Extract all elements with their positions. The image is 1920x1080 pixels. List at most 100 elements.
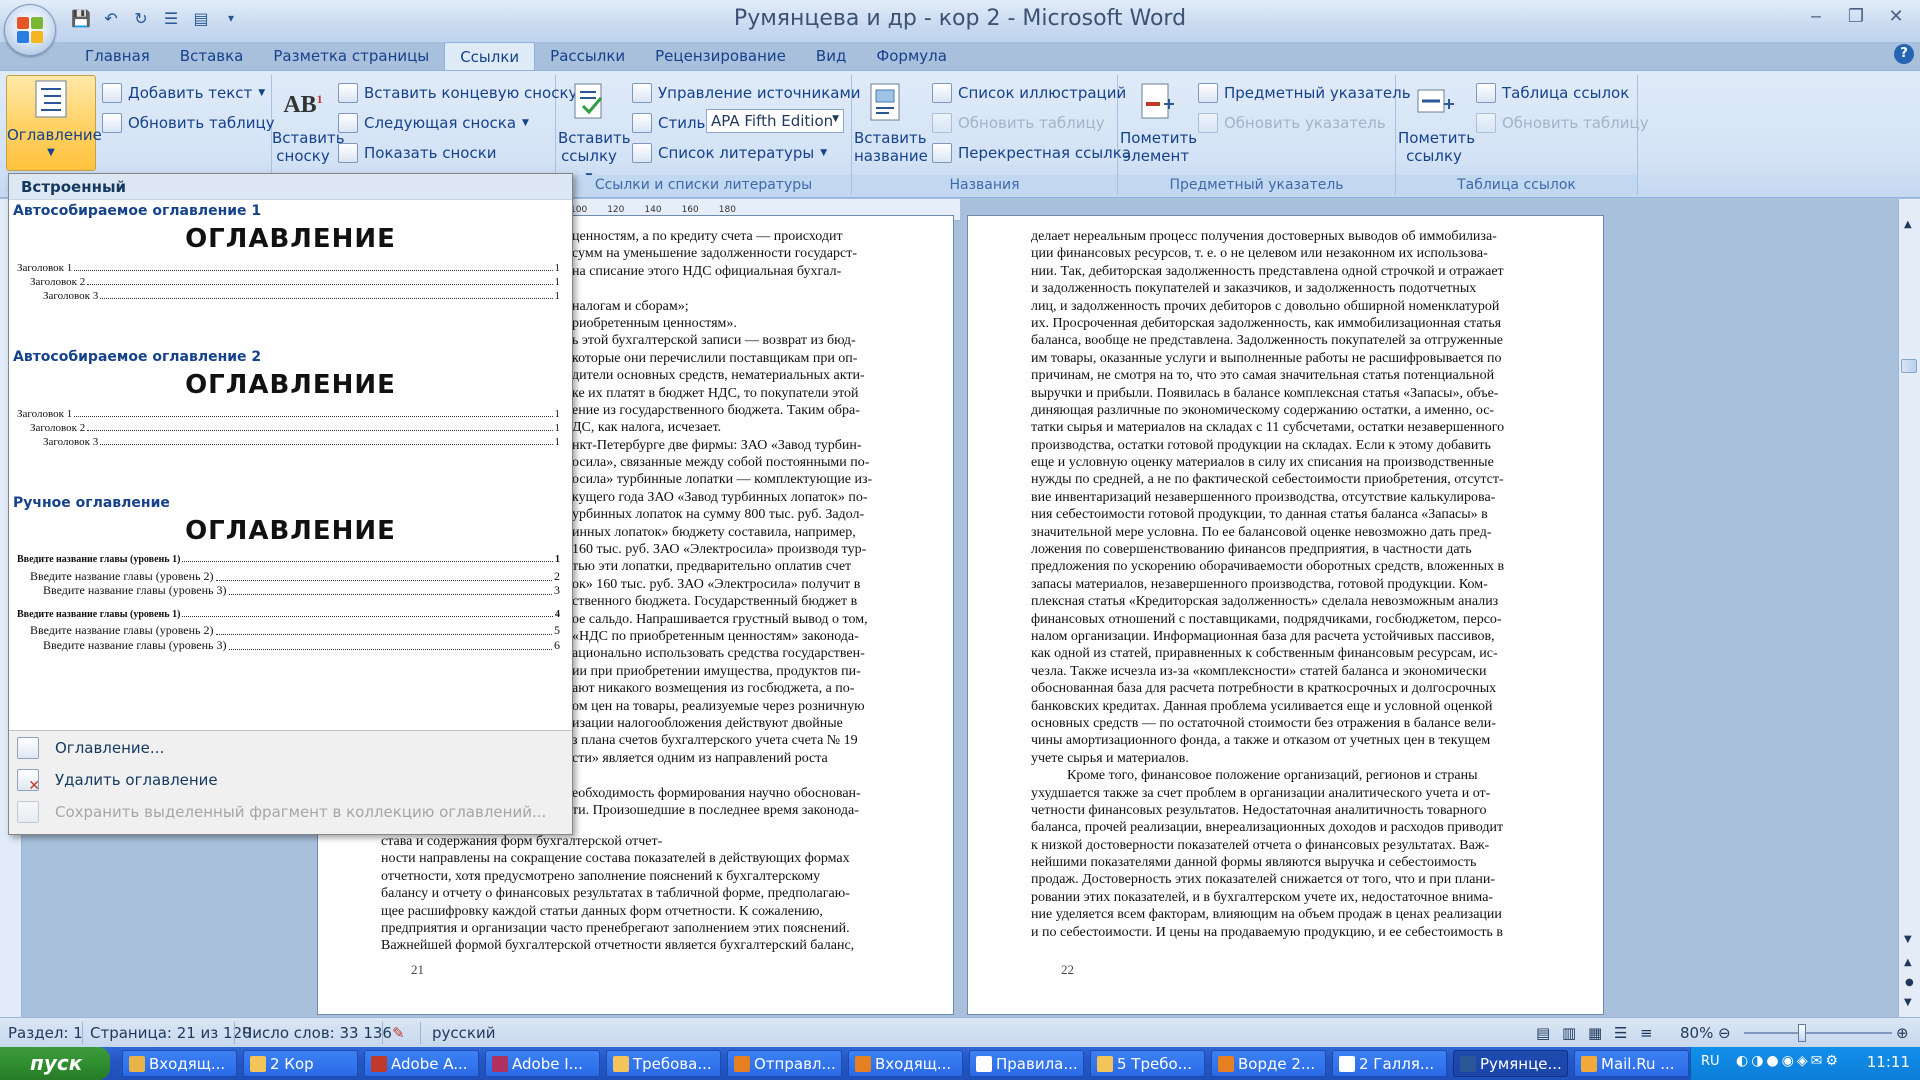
- text-line: налом организации. Информационная база д…: [1031, 628, 1495, 644]
- minimize-button[interactable]: ‒: [1804, 6, 1828, 28]
- insert-citation-button[interactable]: Вставить ссылку ▼: [558, 79, 631, 186]
- restore-button[interactable]: ❐: [1844, 6, 1868, 28]
- save-selection-item[interactable]: Сохранить выделенный фрагмент в коллекци…: [17, 801, 546, 823]
- taskbar-item[interactable]: Требова...: [606, 1050, 721, 1077]
- tab-insert[interactable]: Вставка: [165, 42, 259, 70]
- draft-icon[interactable]: ≡: [1640, 1024, 1653, 1042]
- scroll-up-icon[interactable]: ▲: [1904, 219, 1912, 230]
- taskbar-item[interactable]: 2 Галля...: [1332, 1050, 1447, 1077]
- text-line: «НДС по приобретенным ценностям» законод…: [572, 628, 859, 644]
- text-line: ДС, как налога, исчезает.: [572, 420, 722, 436]
- help-icon[interactable]: ?: [1894, 44, 1914, 64]
- scroll-down-icon[interactable]: ▼: [1904, 934, 1912, 945]
- table-of-figures-button[interactable]: Список иллюстраций: [932, 83, 1126, 103]
- vertical-scrollbar[interactable]: ▲ ▼ ▲ ● ▼: [1898, 199, 1920, 1017]
- text-line: основных средств — по остаточной стоимос…: [1031, 715, 1496, 731]
- insert-caption-button[interactable]: Вставить название: [854, 79, 928, 165]
- status-language[interactable]: русский: [432, 1024, 495, 1042]
- toc-preview-line-page: 1: [554, 436, 561, 448]
- taskbar-item[interactable]: Входящ...: [122, 1050, 237, 1077]
- print-layout-icon[interactable]: ▤: [1536, 1024, 1550, 1042]
- next-footnote-button[interactable]: Следующая сноска ▼: [338, 113, 529, 133]
- add-text-button[interactable]: Добавить текст ▼: [102, 83, 265, 103]
- status-page[interactable]: Страница: 21 из 120: [90, 1024, 252, 1042]
- insert-footnote-button[interactable]: AB1 Вставить сноску: [272, 79, 345, 165]
- toc-icon: [28, 76, 74, 122]
- toc-preview-line: Введите название главы (уровень 1) 1: [17, 554, 560, 565]
- tab-page-layout[interactable]: Разметка страницы: [258, 42, 444, 70]
- prev-page-icon[interactable]: ▲: [1904, 957, 1912, 968]
- next-page-icon[interactable]: ▼: [1904, 997, 1912, 1008]
- start-button[interactable]: пуск: [0, 1047, 110, 1080]
- tab-view[interactable]: Вид: [801, 42, 861, 70]
- status-words[interactable]: Число слов: 33 136: [242, 1024, 392, 1042]
- tab-mailings[interactable]: Рассылки: [535, 42, 640, 70]
- cross-reference-button[interactable]: Перекрестная ссылка: [932, 143, 1131, 163]
- toc-button[interactable]: Оглавление ▼: [6, 75, 102, 171]
- office-button[interactable]: [4, 4, 56, 56]
- toc-dialog-item[interactable]: Оглавление...: [17, 737, 164, 759]
- taskbar-item-label: Отправл...: [754, 1054, 836, 1073]
- text-line: запасы материалов, незавершенного произв…: [1031, 576, 1488, 592]
- close-button[interactable]: ✕: [1884, 6, 1908, 28]
- page-right-text: делает нереальным процесс получения дост…: [1031, 228, 1542, 941]
- zoom-out-icon[interactable]: ⊖: [1718, 1024, 1731, 1042]
- toc-gallery-item[interactable]: Автособираемое оглавление 1 ОГЛАВЛЕНИЕ Заг…: [9, 200, 572, 346]
- group-label-index: Предметный указатель: [1118, 175, 1395, 195]
- update-table-button[interactable]: Обновить таблицу: [102, 113, 275, 133]
- text-line: значительной мере условна. По ее балансо…: [1031, 524, 1492, 540]
- text-line: четности финансовых результатов. Недоста…: [1031, 802, 1487, 818]
- browse-object-icon[interactable]: ●: [1905, 977, 1914, 988]
- taskbar-item[interactable]: 5 Требо...: [1090, 1050, 1205, 1077]
- zoom-slider-thumb[interactable]: [1798, 1024, 1806, 1042]
- status-section[interactable]: Раздел: 1: [8, 1024, 83, 1042]
- zoom-in-icon[interactable]: ⊕: [1896, 1024, 1909, 1042]
- manage-sources-button[interactable]: Управление источниками: [632, 83, 861, 103]
- outline-icon[interactable]: ☰: [1614, 1024, 1627, 1042]
- toc-gallery-item[interactable]: Автособираемое оглавление 2 ОГЛАВЛЕНИЕ Заг…: [9, 346, 572, 492]
- zoom-level[interactable]: 80%: [1680, 1024, 1713, 1042]
- table-of-authorities-button[interactable]: Таблица ссылок: [1476, 83, 1629, 103]
- taskbar-item[interactable]: Входящ...: [848, 1050, 963, 1077]
- clock[interactable]: 11:11: [1867, 1053, 1910, 1071]
- style-select[interactable]: APA Fifth Edition ▼: [706, 109, 844, 133]
- scroll-thumb[interactable]: [1901, 359, 1917, 373]
- toc-gallery-item[interactable]: Ручное оглавление ОГЛАВЛЕНИЕ Введите назва…: [9, 492, 572, 704]
- taskbar-item[interactable]: Mail.Ru ...: [1574, 1050, 1689, 1077]
- web-layout-icon[interactable]: ▦: [1588, 1024, 1602, 1042]
- taskbar-item[interactable]: Правила...: [969, 1050, 1084, 1077]
- app-icon: [855, 1055, 871, 1072]
- text-line: става и содержания форм бухгалтерской от…: [381, 834, 663, 849]
- show-notes-button[interactable]: Показать сноски: [338, 143, 497, 163]
- update-index-button[interactable]: Обновить указатель: [1198, 113, 1386, 133]
- language-indicator[interactable]: RU: [1701, 1054, 1720, 1069]
- spellcheck-icon[interactable]: ✎: [392, 1024, 405, 1042]
- remove-toc-item[interactable]: ✕ Удалить оглавление: [17, 769, 218, 794]
- tab-review[interactable]: Рецензирование: [640, 42, 801, 70]
- tab-formula[interactable]: Формула: [861, 42, 962, 70]
- taskbar-item[interactable]: Adobe A...: [364, 1050, 479, 1077]
- bibliography-button[interactable]: Список литературы ▼: [632, 143, 827, 163]
- tab-home[interactable]: Главная: [70, 42, 165, 70]
- text-line: финансовых отношений с поставщиками, под…: [1031, 611, 1502, 627]
- taskbar-item[interactable]: Отправл...: [727, 1050, 842, 1077]
- gallery-item-heading: ОГЛАВЛЕНИЕ: [185, 370, 396, 400]
- taskbar-item[interactable]: Adobe I...: [485, 1050, 600, 1077]
- insert-endnote-button[interactable]: Вставить концевую сноску: [338, 83, 577, 103]
- tab-references[interactable]: Ссылки: [444, 42, 536, 70]
- mark-entry-button[interactable]: Пометить элемент: [1120, 79, 1197, 165]
- taskbar-item[interactable]: Ворде 2...: [1211, 1050, 1326, 1077]
- text-line: изации налогообложения действуют двойные: [572, 715, 843, 731]
- text-line: осила», связанные между собой постоянным…: [572, 455, 870, 471]
- full-screen-reading-icon[interactable]: ▥: [1562, 1024, 1576, 1042]
- text-line: сумм на уменьшение задолженности государ…: [572, 246, 857, 262]
- zoom-slider[interactable]: [1744, 1032, 1892, 1034]
- taskbar-item-label: Требова...: [633, 1054, 712, 1073]
- mark-citation-button[interactable]: Пометить ссылку: [1398, 79, 1475, 165]
- taskbar-item[interactable]: 2 Кор: [243, 1050, 358, 1077]
- update-toa-button[interactable]: Обновить таблицу: [1476, 113, 1649, 133]
- update-figures-table-button[interactable]: Обновить таблицу: [932, 113, 1105, 133]
- toc-preview-line: Заголовок 2 1: [30, 276, 560, 288]
- insert-index-button[interactable]: Предметный указатель: [1198, 83, 1411, 103]
- taskbar-item[interactable]: Румянце...: [1453, 1050, 1568, 1077]
